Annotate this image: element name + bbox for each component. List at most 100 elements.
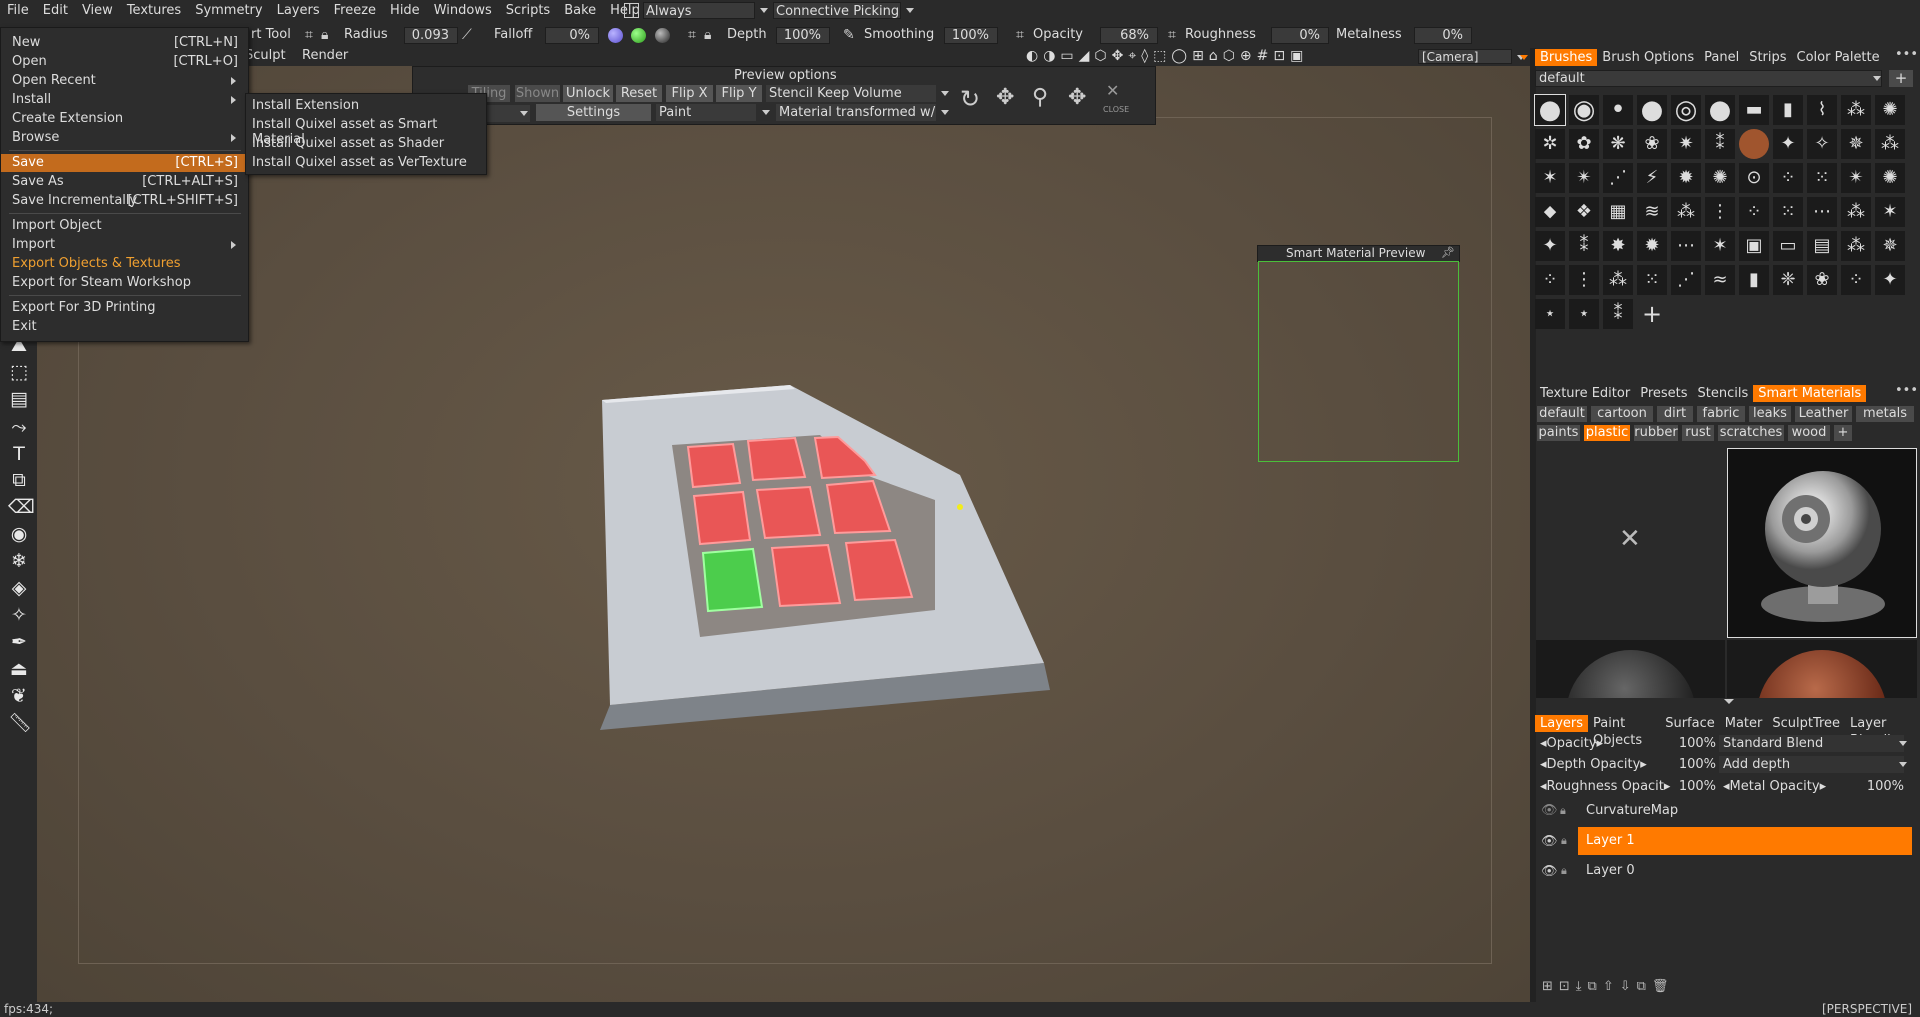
brush-thumbnail[interactable]: ⋮: [1705, 197, 1735, 227]
zoom-icon[interactable]: ⚲: [1032, 85, 1048, 110]
metalness-input[interactable]: 0%: [1414, 27, 1472, 44]
settings-button[interactable]: Settings: [536, 104, 651, 121]
brush-thumbnail[interactable]: ⁂: [1841, 95, 1871, 125]
brush-thumbnail[interactable]: ≈: [1705, 265, 1735, 295]
menu-item-install-quixel-shader[interactable]: Install Quixel asset as Shader: [252, 136, 444, 151]
brush-thumbnail[interactable]: ✴: [1569, 163, 1599, 193]
category-dirt[interactable]: dirt: [1657, 406, 1693, 422]
eye-tool-icon[interactable]: ◉: [8, 523, 30, 545]
brush-thumbnail[interactable]: ✵: [1875, 231, 1905, 261]
tab-texture-editor[interactable]: Texture Editor: [1535, 385, 1635, 402]
tab-brushes[interactable]: Brushes: [1535, 49, 1598, 66]
brush-thumbnail[interactable]: ⁂: [1671, 197, 1701, 227]
brush-thumbnail[interactable]: ✺: [1875, 95, 1905, 125]
smoothing-input[interactable]: 100%: [944, 27, 998, 44]
tab-render[interactable]: Render: [302, 48, 348, 63]
brush-thumbnail[interactable]: ⁑: [1569, 231, 1599, 261]
brush-thumbnail[interactable]: ⋰: [1603, 163, 1633, 193]
always-dropdown[interactable]: Always: [643, 2, 755, 19]
tab-layer-blending[interactable]: Layer Blendin: [1845, 715, 1920, 748]
metal-opacity-value[interactable]: 100%: [1860, 779, 1904, 795]
menu-item-save-as[interactable]: Save As [CTRL+ALT+S]: [1, 173, 248, 191]
menu-item-export-objects-textures[interactable]: Export Objects & Textures: [1, 255, 248, 273]
stencil-mode-dropdown[interactable]: Stencil Keep Volume: [766, 85, 936, 102]
brush-thumbnail[interactable]: ⋯: [1671, 231, 1701, 261]
menu-item-export-steam-workshop[interactable]: Export for Steam Workshop: [1, 274, 248, 292]
brush-thumbnail[interactable]: ▭: [1773, 231, 1803, 261]
more-icon[interactable]: •••: [1895, 47, 1918, 62]
layer-actions-icons[interactable]: ⊞⊡⤓⧉⇧⇩⧉🗑︎: [1542, 979, 1692, 995]
brush-thumbnail[interactable]: ✧: [1807, 129, 1837, 159]
layer-row-layer-0[interactable]: Layer 0: [1578, 857, 1912, 885]
menu-edit[interactable]: Edit: [36, 0, 75, 22]
gloss-sphere-icon[interactable]: [655, 28, 670, 43]
freeze-tool-icon[interactable]: ❄: [8, 550, 30, 572]
add-brush-preset-button[interactable]: +: [1889, 70, 1913, 87]
radius-input[interactable]: 0.093: [404, 27, 458, 44]
more-icon[interactable]: •••: [1895, 383, 1918, 398]
menu-item-install[interactable]: Install: [1, 91, 248, 109]
brush-thumbnail[interactable]: ❀: [1637, 129, 1667, 159]
brush-thumbnail[interactable]: ⁘: [1739, 197, 1769, 227]
category-plastic[interactable]: plastic: [1584, 425, 1630, 441]
always-checkbox[interactable]: [624, 3, 639, 18]
lock-icon[interactable]: 🔒︎: [704, 27, 711, 43]
empty-material-slot[interactable]: ✕: [1536, 448, 1725, 638]
brush-thumbnail[interactable]: ✸: [1603, 231, 1633, 261]
close-label[interactable]: CLOSE: [1103, 105, 1129, 114]
brush-thumbnail[interactable]: ⬥: [1535, 197, 1565, 227]
wand-tool-icon[interactable]: ✧: [8, 604, 30, 626]
color-sphere-icon[interactable]: [631, 28, 646, 43]
lock-icon[interactable]: 🔒︎: [1560, 797, 1566, 825]
tab-sculpt[interactable]: Sculpt: [245, 48, 286, 63]
brush-thumbnail[interactable]: ▬: [1739, 95, 1769, 125]
brush-thumbnail[interactable]: ⁑: [1603, 299, 1633, 329]
transform-tool-icon[interactable]: ⧉: [8, 469, 30, 491]
brush-thumbnail[interactable]: ◎: [1671, 95, 1701, 125]
brush-thumbnail[interactable]: ✦: [1875, 265, 1905, 295]
lock-icon[interactable]: 🔒︎: [1561, 864, 1567, 878]
brush-thumbnail[interactable]: ✺: [1705, 163, 1735, 193]
brush-thumbnail[interactable]: ❖: [1569, 197, 1599, 227]
pen-tool-icon[interactable]: ✒: [8, 631, 30, 653]
brush-thumbnail[interactable]: ⁘: [1841, 265, 1871, 295]
tab-sculpttree[interactable]: SculptTree: [1767, 715, 1845, 732]
brush-thumbnail[interactable]: ⁂: [1841, 197, 1871, 227]
brush-thumbnail[interactable]: ❈: [1773, 265, 1803, 295]
menu-item-open-recent[interactable]: Open Recent: [1, 72, 248, 90]
menu-item-save[interactable]: Save [CTRL+S]: [1, 154, 248, 172]
tab-color-palette[interactable]: Color Palette: [1792, 49, 1885, 66]
text-tool-icon[interactable]: T: [8, 443, 30, 465]
tab-brush-options[interactable]: Brush Options: [1597, 49, 1699, 66]
close-icon[interactable]: ✕: [1619, 524, 1641, 554]
tab-presets[interactable]: Presets: [1635, 385, 1692, 402]
brush-thumbnail[interactable]: ▦: [1603, 197, 1633, 227]
category-leather[interactable]: Leather: [1795, 406, 1852, 422]
menu-item-install-quixel-vertexture[interactable]: Install Quixel asset as VerTexture: [252, 155, 467, 170]
brush-thumbnail[interactable]: ●: [1534, 94, 1566, 126]
menu-layers[interactable]: Layers: [270, 0, 327, 22]
flip-y-button[interactable]: Flip Y: [716, 85, 762, 102]
tab-smart-materials[interactable]: Smart Materials: [1753, 385, 1867, 402]
paint-dropdown[interactable]: Paint: [656, 104, 756, 121]
tab-mater[interactable]: Mater: [1720, 715, 1768, 732]
move-icon[interactable]: ✥: [1068, 85, 1086, 110]
iron-tool-icon[interactable]: ⏏: [8, 658, 30, 680]
menu-textures[interactable]: Textures: [120, 0, 188, 22]
bucket-tool-icon[interactable]: ◈: [8, 577, 30, 599]
brush-thumbnail[interactable]: ⁘: [1773, 163, 1803, 193]
brush-thumbnail[interactable]: ✺: [1875, 163, 1905, 193]
brush-thumbnail[interactable]: ✷: [1671, 129, 1701, 159]
roughness-opacity-value[interactable]: 100%: [1672, 779, 1716, 795]
menu-scripts[interactable]: Scripts: [499, 0, 557, 22]
menu-view[interactable]: View: [75, 0, 120, 22]
category-leaks[interactable]: leaks: [1749, 406, 1791, 422]
eye-hidden-icon[interactable]: 👁︎: [1541, 797, 1558, 825]
add-category-button[interactable]: +: [1834, 425, 1852, 441]
brush-thumbnail[interactable]: ⁂: [1875, 129, 1905, 159]
menu-file[interactable]: File: [0, 0, 36, 22]
brush-thumbnail[interactable]: ≋: [1637, 197, 1667, 227]
menu-item-exit[interactable]: Exit: [1, 318, 248, 336]
brush-thumbnail[interactable]: [1739, 129, 1769, 159]
falloff-input[interactable]: 0%: [545, 27, 599, 44]
